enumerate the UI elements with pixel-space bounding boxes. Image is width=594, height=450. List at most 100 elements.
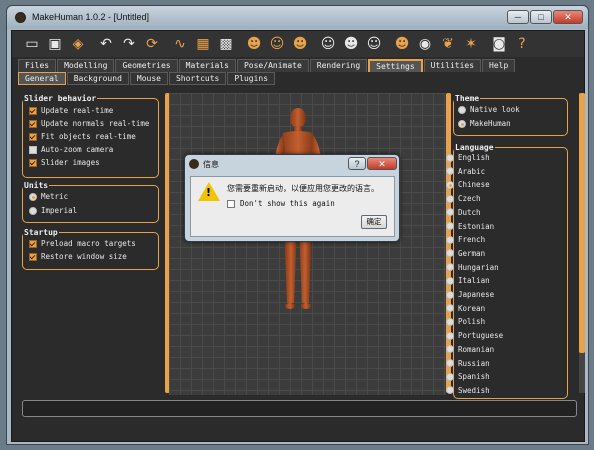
tab-rendering[interactable]: Rendering [309, 59, 368, 72]
tab-modelling[interactable]: Modelling [57, 59, 115, 72]
radio-dot[interactable] [446, 386, 454, 395]
subtab-background[interactable]: Background [66, 72, 129, 85]
subtab-shortcuts[interactable]: Shortcuts [168, 72, 227, 85]
radio-dot[interactable] [446, 359, 454, 367]
radio-language-czech[interactable]: Czech [446, 194, 481, 203]
radio-dot[interactable] [446, 194, 454, 203]
radio-dot[interactable] [446, 208, 454, 217]
checkbox-slider-images[interactable]: Slider images [29, 158, 100, 167]
save-icon[interactable]: ▣ [45, 34, 65, 54]
radio-dot[interactable] [446, 290, 454, 299]
checkbox-auto-zoom[interactable]: Auto-zoom camera [29, 145, 113, 154]
back-view-icon[interactable]: ☺ [267, 34, 287, 54]
dialog-close-button[interactable]: ✕ [367, 157, 397, 170]
radio-language-dutch[interactable]: Dutch [446, 208, 481, 217]
radio-language-swedish[interactable]: Swedish [446, 386, 490, 395]
subtab-general[interactable]: General [18, 72, 66, 85]
checkbox-box[interactable] [29, 158, 37, 167]
pose-icon[interactable]: ✶ [461, 34, 481, 54]
radio-language-japanese[interactable]: Japanese [446, 290, 494, 299]
checkbox-preload-macro[interactable]: Preload macro targets [29, 239, 136, 248]
radio-language-hungarian[interactable]: Hungarian [446, 263, 499, 272]
checkbox-box[interactable] [29, 145, 37, 154]
radio-language-polish[interactable]: Polish [446, 317, 485, 326]
undo-icon[interactable]: ↶ [96, 34, 116, 54]
radio-language-italian[interactable]: Italian [446, 276, 490, 285]
bottom-view-icon[interactable]: ☺ [364, 34, 384, 54]
background-icon[interactable]: ▩ [216, 34, 236, 54]
radio-dot[interactable] [446, 345, 454, 354]
radio-dot[interactable] [446, 304, 454, 313]
help-icon[interactable]: ? [512, 34, 532, 54]
top-view-icon[interactable]: ☻ [341, 34, 361, 54]
tab-files[interactable]: Files [18, 59, 57, 72]
camera-icon[interactable]: ◙ [489, 34, 509, 54]
checkbox-update-real-time[interactable]: Update real-time [29, 106, 113, 115]
checkbox-box[interactable] [29, 119, 37, 128]
checkbox-fit-objects[interactable]: Fit objects real-time [29, 132, 136, 141]
checkbox-box[interactable] [29, 106, 37, 115]
redo-icon[interactable]: ↷ [119, 34, 139, 54]
radio-dot[interactable] [446, 167, 454, 176]
title-bar[interactable]: MakeHuman 1.0.2 - [Untitled] ─ □ ✕ [7, 6, 588, 29]
front-view-icon[interactable]: ☻ [244, 34, 264, 54]
tab-utilities[interactable]: Utilities [423, 59, 482, 72]
radio-language-estonian[interactable]: Estonian [446, 222, 494, 231]
radio-dot[interactable] [446, 317, 454, 326]
checkbox-box[interactable] [29, 252, 37, 261]
dialog-help-button[interactable]: ? [348, 157, 366, 170]
radio-imperial[interactable]: Imperial [29, 206, 77, 215]
radio-dot[interactable] [446, 180, 454, 189]
radio-language-romanian[interactable]: Romanian [446, 345, 494, 354]
radio-dot[interactable] [446, 222, 454, 230]
checkbox-box[interactable] [29, 132, 37, 141]
eye-icon[interactable]: ◉ [415, 34, 435, 54]
radio-dot[interactable] [446, 235, 454, 244]
radio-dot[interactable] [446, 263, 454, 272]
radio-dot[interactable] [446, 249, 454, 258]
radio-metric[interactable]: Metric [29, 192, 68, 201]
subtab-mouse[interactable]: Mouse [129, 72, 168, 85]
checkbox-box[interactable] [29, 239, 37, 248]
symmetry-icon[interactable]: ❦ [438, 34, 458, 54]
radio-language-chinese[interactable]: Chinese [446, 180, 490, 189]
subtab-plugins[interactable]: Plugins [227, 72, 276, 85]
minimize-button[interactable]: ─ [507, 10, 529, 24]
radio-dot[interactable] [458, 119, 466, 128]
tab-pose-animate[interactable]: Pose/Animate [236, 59, 309, 72]
radio-dot[interactable] [458, 105, 466, 114]
right-view-icon[interactable]: ☺ [318, 34, 338, 54]
reset-icon[interactable]: ⟳ [142, 34, 162, 54]
radio-language-portuguese[interactable]: Portuguese [446, 331, 503, 340]
reset-camera-icon[interactable]: ☻ [392, 34, 412, 54]
radio-language-russian[interactable]: Russian [446, 359, 490, 368]
export-icon[interactable]: ◈ [68, 34, 88, 54]
dont-show-again-checkbox[interactable]: Don't show this again [227, 199, 335, 208]
checkbox-update-normals[interactable]: Update normals real-time [29, 119, 149, 128]
new-file-icon[interactable]: ▭ [22, 34, 42, 54]
radio-dot[interactable] [446, 276, 454, 285]
radio-native-look[interactable]: Native look [458, 105, 520, 114]
wireframe-icon[interactable]: ▦ [193, 34, 213, 54]
tab-geometries[interactable]: Geometries [115, 59, 178, 72]
tab-help[interactable]: Help [482, 59, 516, 72]
smooth-icon[interactable]: ∿ [170, 34, 190, 54]
radio-language-arabic[interactable]: Arabic [446, 167, 485, 176]
tab-materials[interactable]: Materials [178, 59, 236, 72]
ok-button[interactable]: 确定 [361, 215, 387, 229]
left-view-icon[interactable]: ☻ [290, 34, 310, 54]
radio-dot[interactable] [446, 372, 454, 381]
radio-language-french[interactable]: French [446, 235, 485, 244]
radio-dot[interactable] [446, 153, 454, 162]
maximize-button[interactable]: □ [530, 10, 552, 24]
radio-dot[interactable] [29, 192, 37, 201]
radio-language-english[interactable]: English [446, 153, 490, 162]
radio-language-spanish[interactable]: Spanish [446, 372, 490, 381]
radio-makehuman[interactable]: MakeHuman [458, 119, 511, 128]
checkbox-restore-window[interactable]: Restore window size [29, 252, 127, 261]
radio-dot[interactable] [29, 206, 37, 215]
close-button[interactable]: ✕ [553, 10, 583, 24]
radio-language-korean[interactable]: Korean [446, 304, 485, 313]
right-scrollbar-thumb[interactable] [579, 93, 585, 353]
tab-settings[interactable]: Settings [368, 59, 423, 72]
